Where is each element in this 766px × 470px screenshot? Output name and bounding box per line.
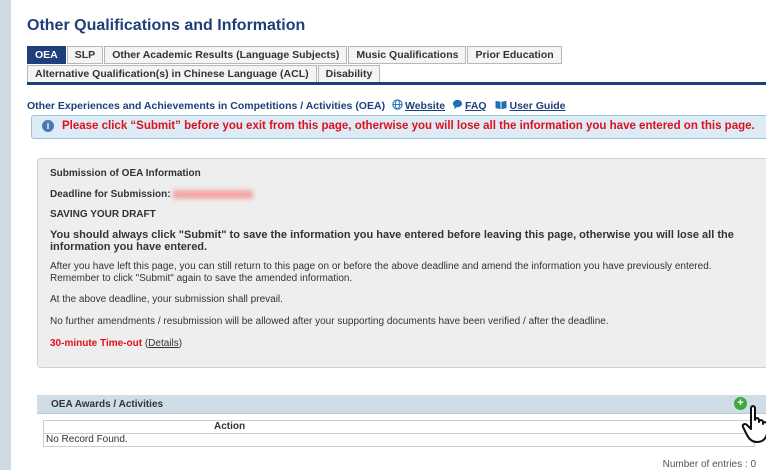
tab-music-qualifications[interactable]: Music Qualifications — [348, 46, 467, 64]
tab-oea[interactable]: OEA — [27, 46, 66, 64]
deadline-label: Deadline for Submission: — [50, 189, 171, 200]
info-icon: i — [42, 120, 54, 132]
timeout-line: 30-minute Time-out (Details) — [50, 338, 183, 349]
tab-prior-education[interactable]: Prior Education — [467, 46, 562, 64]
submit-notice: i Please click “Submit” before you exit … — [31, 115, 766, 139]
tab-other-academic-results[interactable]: Other Academic Results (Language Subject… — [104, 46, 348, 64]
tab-bar: OEA SLP Other Academic Results (Language S… — [27, 46, 766, 84]
awards-title: OEA Awards / Activities — [51, 399, 164, 410]
tab-slp[interactable]: SLP — [66, 46, 104, 64]
section-title-text: Other Experiences and Achievements in Co… — [27, 99, 386, 112]
timeout-label: 30-minute Time-out — [50, 338, 143, 349]
tab-underline — [27, 82, 766, 85]
submission-info-panel: Submission of OEA Information Deadline f… — [37, 158, 766, 368]
tab-acl[interactable]: Alternative Qualification(s) in Chinese … — [27, 65, 317, 83]
deadline-value-redacted — [173, 189, 254, 199]
awards-table-header: Action — [43, 420, 755, 433]
globe-icon — [392, 99, 403, 113]
page-title: Other Qualifications and Information — [27, 17, 306, 34]
section-title: Other Experiences and Achievements in Co… — [27, 99, 566, 113]
page-container: Other Qualifications and Information OEA… — [11, 0, 766, 470]
return-paragraph: After you have left this page, you can s… — [50, 261, 712, 284]
user-guide-link[interactable]: User Guide — [510, 100, 566, 112]
entries-count: Number of entries : 0 — [662, 459, 756, 470]
website-link[interactable]: Website — [405, 100, 445, 112]
notice-text: Please click “Submit” before you exit fr… — [62, 120, 755, 132]
details-link[interactable]: Details — [148, 338, 179, 349]
empty-table-text: No Record Found. — [46, 434, 128, 445]
awards-header-bar: OEA Awards / Activities + — [37, 395, 766, 414]
chat-bubble-icon — [452, 99, 463, 113]
prevail-paragraph: At the above deadline, your submission s… — [50, 294, 283, 305]
book-icon — [494, 99, 508, 113]
saving-draft-label: SAVING YOUR DRAFT — [50, 209, 156, 220]
column-header-action: Action — [214, 421, 246, 432]
submission-heading: Submission of OEA Information — [50, 168, 201, 179]
left-margin-bar — [0, 0, 11, 470]
deadline-line: Deadline for Submission: — [50, 189, 254, 201]
faq-link[interactable]: FAQ — [465, 100, 487, 112]
tab-disability[interactable]: Disability — [317, 65, 381, 83]
table-row: No Record Found. — [43, 433, 755, 447]
hand-pointer-icon — [741, 404, 766, 447]
submit-warning: You should always click "Submit" to save… — [50, 229, 734, 253]
no-amendment-paragraph: No further amendments / resubmission wil… — [50, 316, 609, 327]
